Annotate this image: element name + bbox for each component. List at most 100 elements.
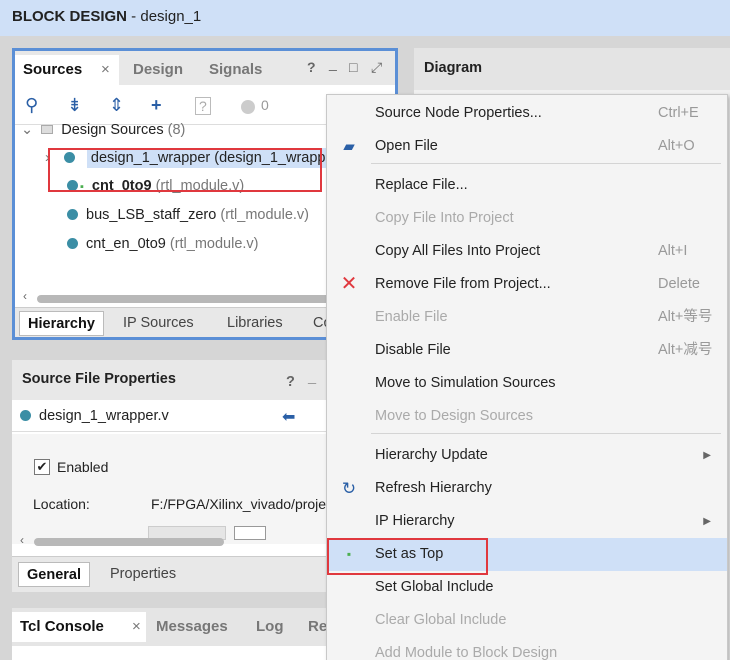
menu-item-open-file[interactable]: ▰ Open File Alt+O <box>327 130 727 163</box>
status-dot-icon <box>241 100 255 114</box>
menu-item-add-module-to-block-design[interactable]: Add Module to Block Design <box>327 637 727 660</box>
title-sub: - design_1 <box>127 8 202 25</box>
help-icon[interactable]: ? <box>286 374 295 390</box>
collapse-all-icon[interactable]: ⇟ <box>67 95 82 116</box>
tree-item-bus-lsb[interactable]: bus_LSB_staff_zero (rtl_module.v) <box>67 202 309 228</box>
menu-item-remove-file-from-project[interactable]: ✕ Remove File from Project... Delete <box>327 268 727 301</box>
back-arrow-icon[interactable]: ⬅ <box>282 407 295 427</box>
menu-item-label: Set Global Include <box>375 579 494 595</box>
file-properties-icon[interactable]: ? <box>195 97 211 115</box>
source-dot-icon <box>20 410 31 421</box>
menu-item-source-node-properties[interactable]: Source Node Properties... Ctrl+E <box>327 97 727 130</box>
menu-item-clear-global-include[interactable]: Clear Global Include <box>327 604 727 637</box>
location-label: Location: <box>33 496 90 512</box>
menu-item-copy-file-into-project[interactable]: Copy File Into Project <box>327 202 727 235</box>
tab-messages[interactable]: Messages <box>148 612 236 642</box>
scroll-left-icon[interactable]: ‹ <box>20 533 24 547</box>
tree-group-count: (8) <box>167 122 186 138</box>
source-dot-icon <box>67 209 78 220</box>
menu-item-label: Clear Global Include <box>375 612 507 628</box>
help-icon[interactable]: ? <box>307 59 316 75</box>
menu-item-refresh-hierarchy[interactable]: ↻ Refresh Hierarchy <box>327 472 727 505</box>
sources-tab-row: Sources × Design Signals ? _ □ ⤢ <box>15 51 395 85</box>
minimize-icon[interactable]: _ <box>308 370 316 386</box>
menu-item-shortcut: Ctrl+E <box>658 105 699 121</box>
menu-item-replace-file[interactable]: Replace File... <box>327 169 727 202</box>
annotation-box-set-as-top <box>327 538 488 575</box>
menu-item-label: Move to Design Sources <box>375 408 533 424</box>
tree-item-name: cnt_en_0to9 <box>86 236 166 252</box>
context-menu: Source Node Properties... Ctrl+E ▰ Open Fil… <box>326 94 728 660</box>
folder-icon <box>41 125 54 134</box>
menu-item-hierarchy-update[interactable]: Hierarchy Update ▶ <box>327 439 727 472</box>
menu-item-label: Enable File <box>375 309 448 325</box>
window-title: BLOCK DESIGN - design_1 <box>0 0 730 36</box>
menu-item-label: Replace File... <box>375 177 468 193</box>
tree-item-detail: (rtl_module.v) <box>220 207 309 223</box>
tab-sources-label: Sources <box>23 61 83 78</box>
menu-separator <box>371 163 721 164</box>
tree-item-detail: (rtl_module.v) <box>169 236 259 252</box>
submenu-arrow-icon: ▶ <box>703 516 711 527</box>
tree-item-name: bus_LSB_staff_zero <box>86 207 217 223</box>
tree-group-label: Design Sources <box>61 122 164 138</box>
tab-ip-sources[interactable]: IP Sources <box>115 311 202 336</box>
close-icon[interactable]: × <box>132 618 141 635</box>
location-value: F:/FPGA/Xilinx_vivado/proje <box>151 496 327 512</box>
menu-item-label: Hierarchy Update <box>375 447 488 463</box>
menu-item-label: Move to Simulation Sources <box>375 375 556 391</box>
add-sources-icon[interactable]: + <box>151 95 162 116</box>
menu-item-enable-file[interactable]: Enable File Alt+等号 <box>327 301 727 334</box>
minimize-icon[interactable]: _ <box>329 55 337 71</box>
maximize-icon[interactable]: □ <box>349 59 357 75</box>
tab-tcl-console[interactable]: Tcl Console × <box>12 612 146 642</box>
tree-item-cnt-en[interactable]: cnt_en_0to9 (rtl_module.v) <box>67 231 259 257</box>
menu-item-label: Copy All Files Into Project <box>375 243 541 259</box>
menu-item-shortcut: Alt+减号 <box>658 342 713 358</box>
menu-item-move-to-design-sources[interactable]: Move to Design Sources <box>327 400 727 433</box>
menu-item-label: Add Module to Block Design <box>375 645 558 660</box>
props-file-name: design_1_wrapper.v <box>39 408 169 424</box>
expand-all-icon[interactable]: ⇕ <box>109 95 124 116</box>
tab-properties[interactable]: Properties <box>102 562 184 587</box>
submenu-arrow-icon: ▶ <box>703 450 711 461</box>
tab-libraries[interactable]: Libraries <box>219 311 291 336</box>
tab-hierarchy[interactable]: Hierarchy <box>19 311 104 336</box>
menu-item-ip-hierarchy[interactable]: IP Hierarchy ▶ <box>327 505 727 538</box>
folder-open-icon: ▰ <box>343 138 355 155</box>
float-icon[interactable]: ⤢ <box>371 59 382 76</box>
search-icon[interactable]: ⚲ <box>25 95 38 116</box>
menu-item-set-global-include[interactable]: Set Global Include <box>327 571 727 604</box>
menu-item-copy-all-files-into-project[interactable]: Copy All Files Into Project Alt+I <box>327 235 727 268</box>
status-count: 0 <box>261 97 269 113</box>
menu-separator <box>371 433 721 434</box>
diagram-header: Diagram <box>414 48 730 90</box>
chevron-down-icon[interactable]: ⌄ <box>21 122 33 138</box>
menu-item-label: Copy File Into Project <box>375 210 514 226</box>
menu-item-label: Refresh Hierarchy <box>375 480 492 496</box>
tab-sources[interactable]: Sources × <box>15 55 119 85</box>
scroll-left-icon[interactable]: ‹ <box>23 289 27 303</box>
tab-signals[interactable]: Signals <box>201 55 270 85</box>
menu-item-move-to-simulation-sources[interactable]: Move to Simulation Sources <box>327 367 727 400</box>
menu-item-label: Remove File from Project... <box>375 276 551 292</box>
menu-item-shortcut: Alt+等号 <box>658 309 713 325</box>
tab-log[interactable]: Log <box>248 612 292 642</box>
remove-x-icon: ✕ <box>340 273 358 295</box>
close-icon[interactable]: × <box>101 61 110 78</box>
scrollbar-thumb[interactable] <box>37 295 347 303</box>
props-title: Source File Properties <box>22 371 176 387</box>
tab-design[interactable]: Design <box>125 55 191 85</box>
tree-group-design-sources[interactable]: ⌄ Design Sources (8) <box>21 117 185 143</box>
tab-general[interactable]: General <box>18 562 90 587</box>
enabled-checkbox[interactable]: ✔ <box>34 459 50 475</box>
menu-item-shortcut: Alt+I <box>658 243 688 259</box>
scrollbar-thumb[interactable] <box>34 538 224 546</box>
menu-item-label: Disable File <box>375 342 451 358</box>
menu-item-label: Source Node Properties... <box>375 105 542 121</box>
menu-item-disable-file[interactable]: Disable File Alt+减号 <box>327 334 727 367</box>
refresh-icon: ↻ <box>341 479 357 498</box>
annotation-box-wrapper <box>48 148 322 192</box>
menu-item-shortcut: Delete <box>658 276 700 292</box>
source-dot-icon <box>67 238 78 249</box>
